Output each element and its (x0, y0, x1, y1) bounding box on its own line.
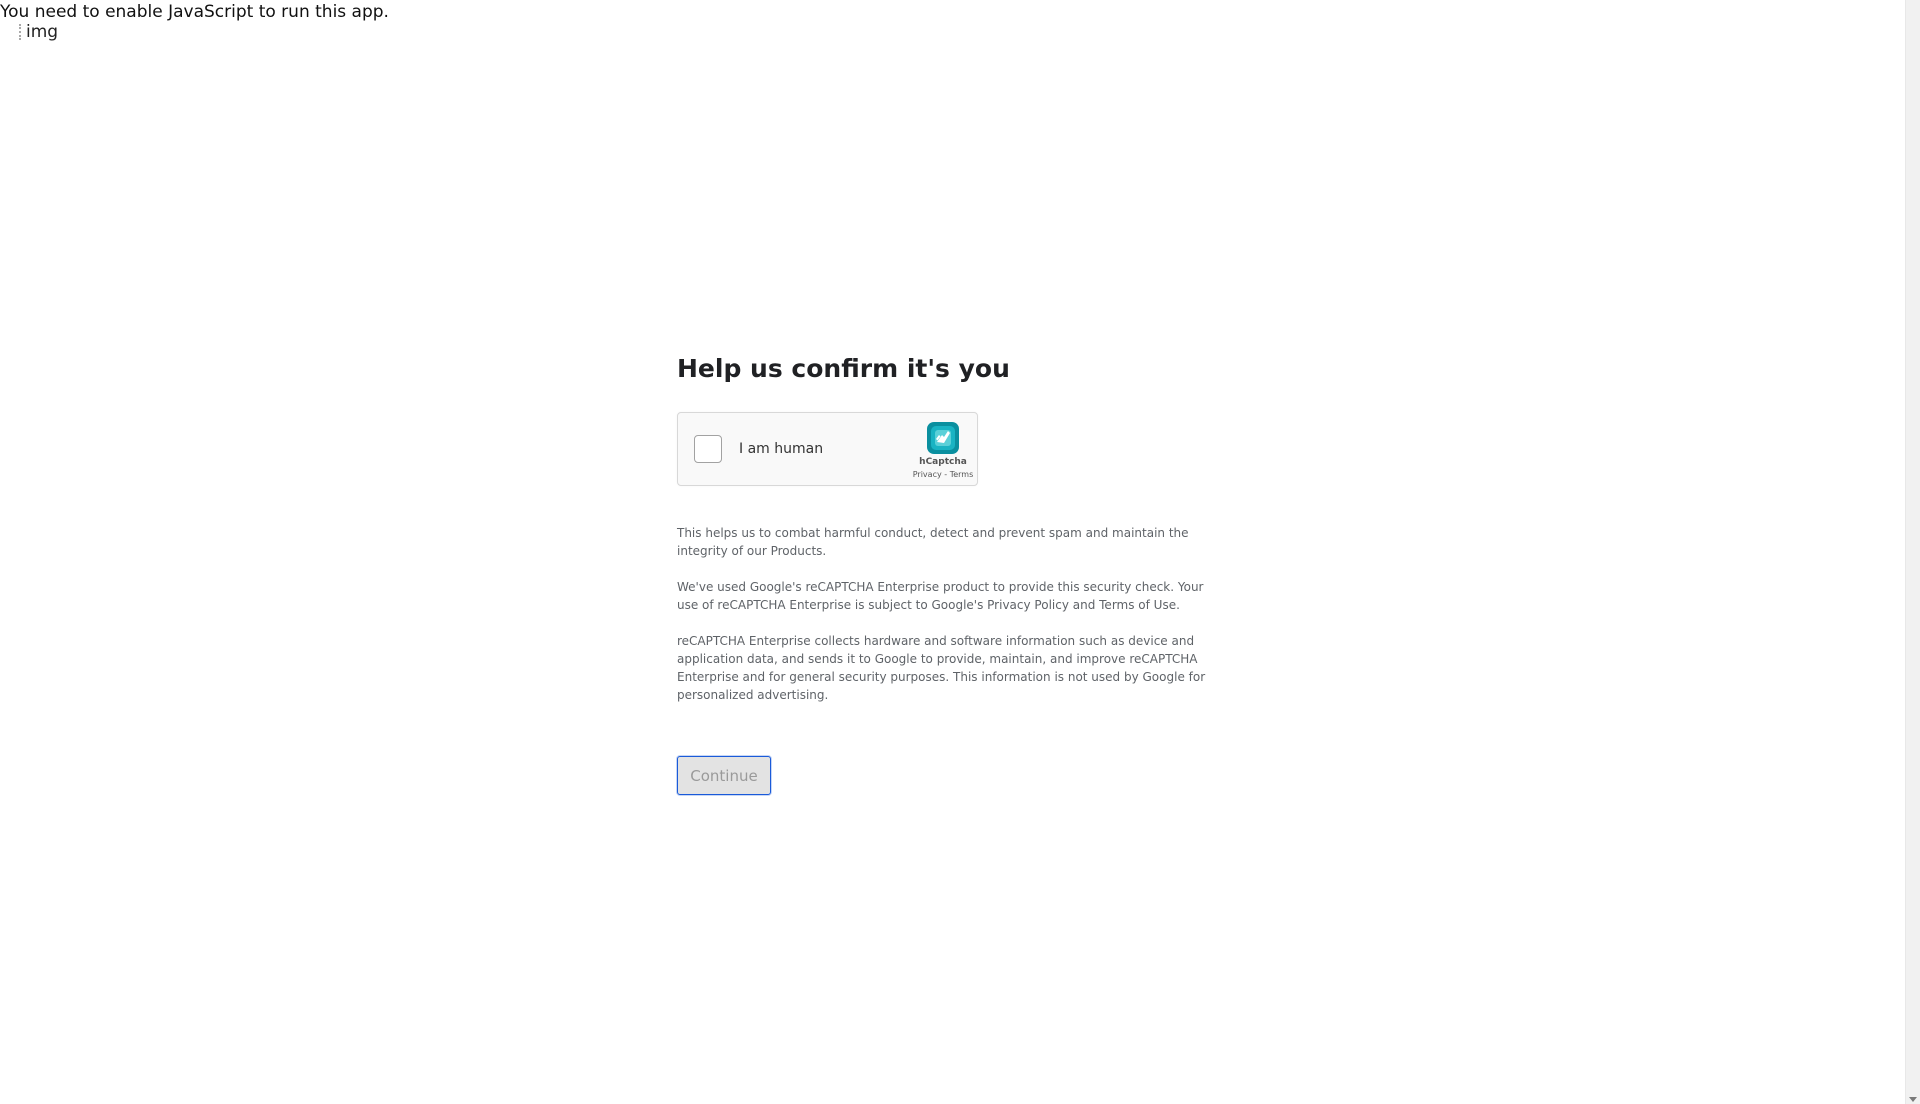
hcaptcha-links: Privacy - Terms (896, 470, 990, 479)
page-title: Help us confirm it's you (677, 354, 1010, 383)
hcaptcha-brand-label: hCaptcha (919, 457, 967, 467)
javascript-required-message: You need to enable JavaScript to run thi… (0, 2, 389, 22)
recaptcha-disclosure: This helps us to combat harmful conduct,… (677, 524, 1217, 704)
scroll-down-arrow-icon[interactable] (1909, 1097, 1917, 1102)
continue-button[interactable]: Continue (677, 756, 771, 795)
disclosure-paragraph-1: This helps us to combat harmful conduct,… (677, 526, 1189, 558)
human-checkbox-label[interactable]: I am human (739, 441, 823, 457)
hcaptcha-privacy-link[interactable]: Privacy (913, 470, 942, 479)
broken-image: img (19, 22, 58, 42)
hcaptcha-widget: I am human hCaptcha Privacy - Terms (677, 412, 978, 486)
broken-image-alt-text: img (26, 22, 59, 42)
vertical-scrollbar[interactable] (1905, 0, 1920, 1104)
hcaptcha-terms-link[interactable]: Terms (950, 470, 974, 479)
disclosure-paragraph-2: We've used Google's reCAPTCHA Enterprise… (677, 580, 1204, 612)
broken-image-icon (19, 24, 24, 40)
human-checkbox[interactable] (694, 435, 722, 463)
hcaptcha-links-separator: - (941, 470, 950, 479)
disclosure-paragraph-3: reCAPTCHA Enterprise collects hardware a… (677, 634, 1206, 702)
confirm-identity-panel: Help us confirm it's you I am human hCap… (677, 350, 1217, 795)
hcaptcha-logo-icon (927, 422, 959, 454)
